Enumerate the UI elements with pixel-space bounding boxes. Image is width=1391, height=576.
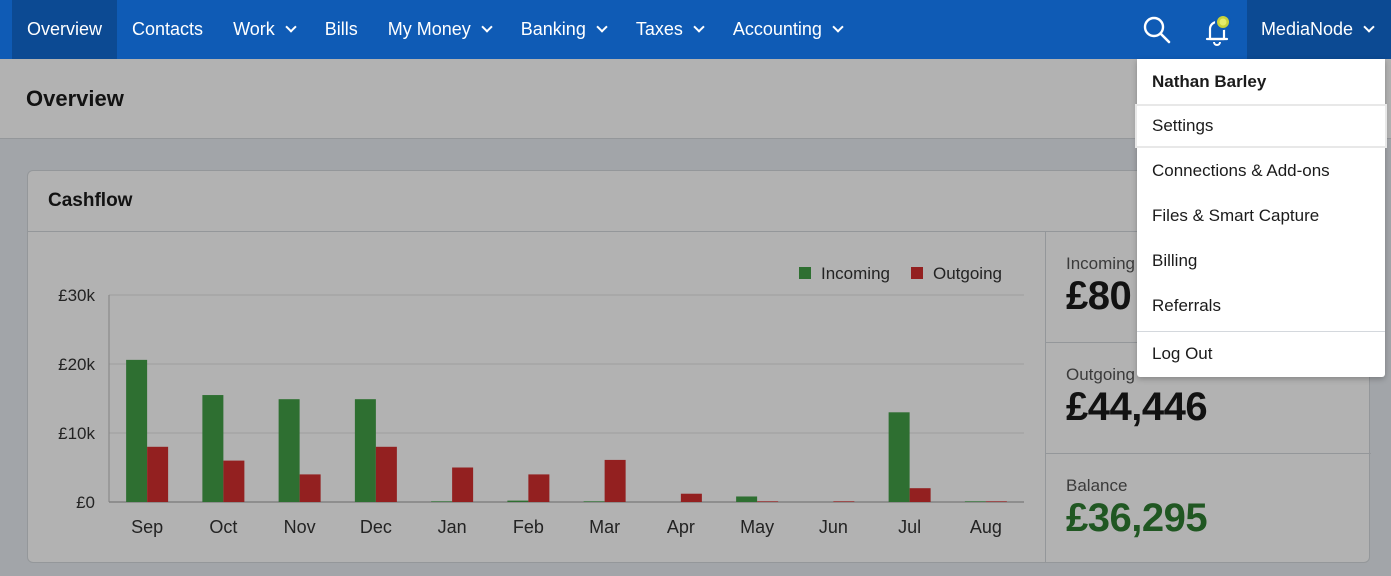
nav-item-label: Banking [520, 19, 586, 39]
nav-right: MediaNode [1127, 0, 1391, 59]
nav-item-label: Overview [27, 19, 103, 39]
nav-item-label: My Money [387, 19, 471, 39]
account-name: MediaNode [1260, 19, 1353, 39]
nav-item-label: Bills [324, 19, 358, 39]
chevron-down-icon [596, 21, 608, 33]
menu-item-files-smart-capture[interactable]: Files & Smart Capture [1137, 196, 1385, 236]
bell-icon [1205, 13, 1231, 46]
nav-item-contacts[interactable]: Contacts [117, 0, 218, 59]
chevron-down-icon [832, 21, 844, 33]
nav-item-label: Work [233, 19, 275, 39]
nav-item-label: Taxes [635, 19, 683, 39]
nav-item-label: Contacts [132, 19, 204, 39]
search-button[interactable] [1127, 0, 1187, 59]
nav-item-label: Accounting [732, 19, 822, 39]
nav-item-bills[interactable]: Bills [310, 0, 373, 59]
search-icon [1143, 16, 1171, 43]
nav-item-overview[interactable]: Overview [12, 0, 118, 59]
notifications-button[interactable] [1187, 0, 1247, 59]
chevron-down-icon [693, 21, 705, 33]
menu-item-connections-addons[interactable]: Connections & Add-ons [1137, 151, 1385, 191]
account-dropdown-menu: Nathan Barley Settings Connections & Add… [1135, 59, 1387, 377]
menu-item-log-out[interactable]: Log Out [1137, 334, 1385, 374]
nav-item-work[interactable]: Work [218, 0, 310, 59]
chevron-down-icon [1363, 21, 1375, 33]
chevron-down-icon [481, 21, 493, 33]
top-navigation: Overview Contacts Work Bills My Money Banking… [0, 0, 1391, 59]
chevron-down-icon [285, 21, 297, 33]
account-menu-button[interactable]: MediaNode [1246, 0, 1391, 59]
nav-menu: Overview Contacts Work Bills My Money Banking… [0, 0, 857, 59]
menu-item-referrals[interactable]: Referrals [1137, 286, 1385, 326]
menu-item-settings[interactable]: Settings [1135, 104, 1387, 148]
nav-item-accounting[interactable]: Accounting [718, 0, 857, 59]
nav-item-my-money[interactable]: My Money [373, 0, 506, 59]
menu-item-billing[interactable]: Billing [1137, 241, 1385, 281]
account-user-name: Nathan Barley [1152, 72, 1267, 91]
nav-item-taxes[interactable]: Taxes [621, 0, 718, 59]
nav-item-banking[interactable]: Banking [506, 0, 621, 59]
menu-divider [1137, 331, 1385, 332]
